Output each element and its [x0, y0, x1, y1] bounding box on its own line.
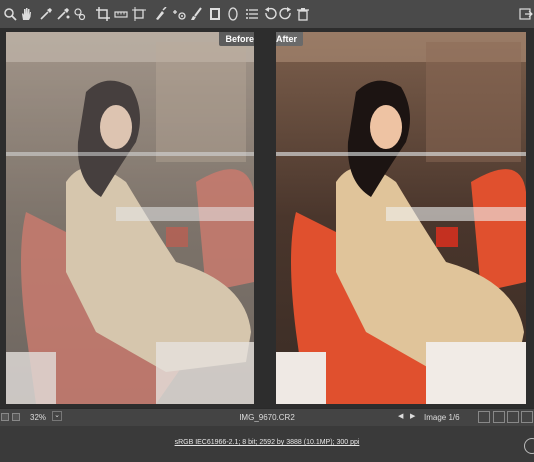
image-counter: Image 1/6: [424, 413, 460, 422]
after-label: After: [276, 32, 304, 46]
workflow-options-link[interactable]: sRGB IEC61966-2.1; 8 bit; 2592 by 3888 (…: [0, 439, 534, 446]
preferences-icon[interactable]: [244, 6, 260, 22]
trash-icon[interactable]: [295, 6, 311, 22]
before-label: Before: [219, 32, 254, 46]
view-mode-icon[interactable]: [478, 411, 490, 423]
zoom-icon[interactable]: [2, 6, 18, 22]
adjustment-brush-icon[interactable]: [189, 6, 205, 22]
white-balance-icon[interactable]: [38, 6, 54, 22]
before-photo: [6, 32, 254, 404]
help-icon[interactable]: [524, 438, 534, 454]
copy-settings-icon[interactable]: [507, 411, 519, 423]
transform-icon[interactable]: [131, 6, 147, 22]
graduated-filter-icon[interactable]: [207, 6, 223, 22]
color-sampler-icon[interactable]: [55, 6, 71, 22]
targeted-adjustment-icon[interactable]: [72, 6, 88, 22]
toggle-settings-icon[interactable]: [521, 411, 533, 423]
after-preview: After: [276, 32, 526, 404]
after-photo: [276, 32, 526, 404]
previous-image-icon[interactable]: ◀: [398, 412, 403, 420]
toolbar: [0, 0, 534, 29]
open-image-icon[interactable]: [518, 6, 534, 22]
rotate-left-icon[interactable]: [262, 6, 278, 22]
rotate-right-icon[interactable]: [278, 6, 294, 22]
crop-icon[interactable]: [95, 6, 111, 22]
status-bar: 32% ⌄ IMG_9670.CR2 ◀ ▶ Image 1/6: [0, 408, 534, 428]
spot-removal-icon[interactable]: [153, 6, 169, 22]
next-image-icon[interactable]: ▶: [410, 412, 415, 420]
preview-canvas: Before After: [0, 28, 534, 408]
radial-filter-icon[interactable]: [225, 6, 241, 22]
straighten-icon[interactable]: [113, 6, 129, 22]
hand-icon[interactable]: [18, 6, 34, 22]
red-eye-icon[interactable]: [171, 6, 187, 22]
swap-settings-icon[interactable]: [493, 411, 505, 423]
info-bar: sRGB IEC61966-2.1; 8 bit; 2592 by 3888 (…: [0, 426, 534, 462]
before-preview: Before: [6, 32, 254, 404]
